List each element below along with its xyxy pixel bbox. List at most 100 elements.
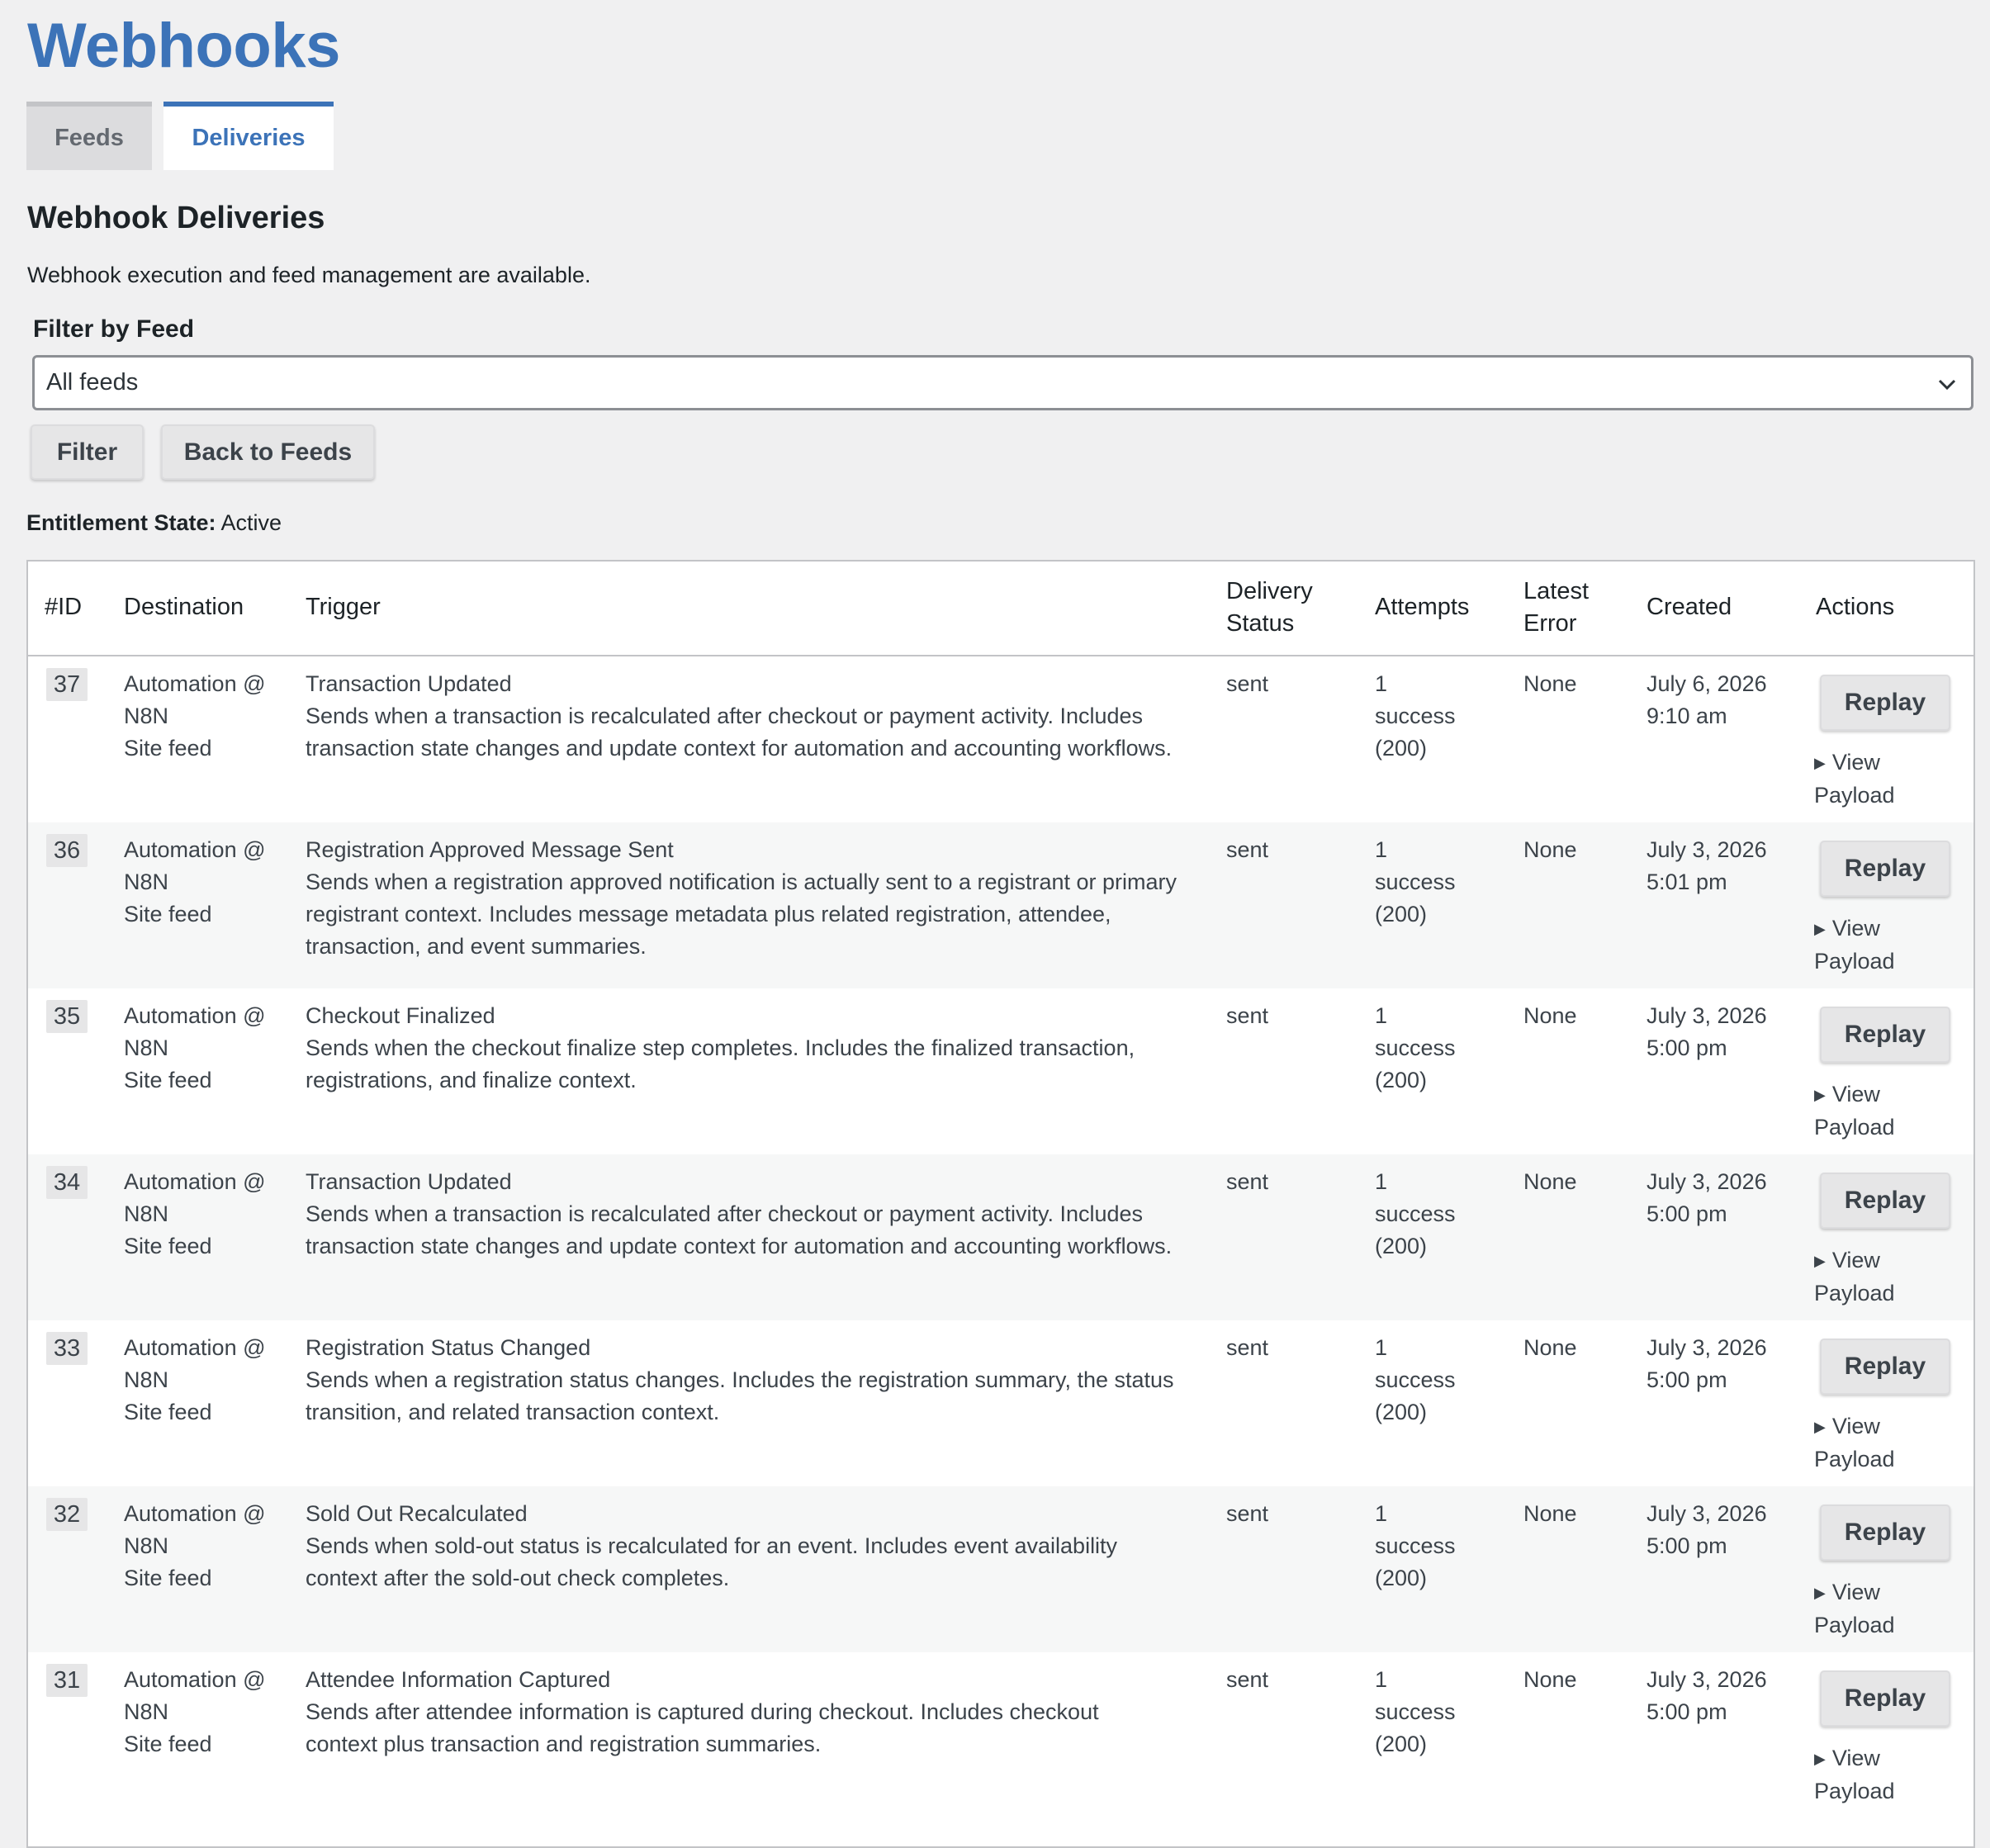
tab-feeds[interactable]: Feeds	[26, 102, 152, 170]
created-time: 9:10 am	[1646, 704, 1727, 728]
table-row: 34 Automation @ N8N Site feed Transaction Up…	[28, 1154, 1973, 1320]
destination-cell: Automation @ N8N Site feed	[124, 834, 266, 931]
destination-feed: Site feed	[124, 1068, 212, 1092]
view-payload-toggle[interactable]: ▶ View Payload	[1814, 912, 1895, 978]
destination-service: N8N	[124, 1035, 169, 1060]
trigger-description-line: Sends when sold-out status is recalculat…	[306, 1533, 1118, 1558]
created-time: 5:00 pm	[1646, 1533, 1727, 1558]
destination-feed: Site feed	[124, 1234, 212, 1258]
attempts-cell: 1 success (200)	[1375, 1166, 1456, 1263]
view-payload-label: View	[1831, 1746, 1880, 1770]
attempts-cell: 1 success (200)	[1375, 1498, 1456, 1594]
attempts-result: success	[1375, 1367, 1456, 1392]
table-body: 37 Automation @ N8N Site feed Transaction Up…	[28, 656, 1973, 1818]
trigger-title: Checkout Finalized	[306, 1003, 495, 1028]
trigger-title: Registration Approved Message Sent	[306, 837, 674, 862]
tab-deliveries[interactable]: Deliveries	[163, 102, 334, 170]
trigger-description-line: transition, and related transaction cont…	[306, 1400, 720, 1424]
destination-cell: Automation @ N8N Site feed	[124, 1332, 266, 1429]
col-latest-error: Latest Error	[1523, 576, 1589, 640]
view-payload-toggle[interactable]: ▶ View Payload	[1814, 1742, 1895, 1808]
feed-select-value: All feeds	[46, 369, 139, 396]
delivery-status: sent	[1226, 1169, 1269, 1194]
created-cell: July 3, 2026 5:00 pm	[1646, 1498, 1767, 1562]
created-cell: July 6, 2026 9:10 am	[1646, 668, 1767, 732]
view-payload-label: Payload	[1814, 1613, 1895, 1637]
col-destination: Destination	[124, 594, 244, 620]
table-row: 36 Automation @ N8N Site feed Registration A…	[28, 822, 1973, 988]
trigger-description-line: registrant context. Includes message met…	[306, 902, 1111, 926]
destination-name: Automation @	[124, 1667, 266, 1692]
trigger-title: Transaction Updated	[306, 1169, 512, 1194]
destination-name: Automation @	[124, 837, 266, 862]
trigger-title: Transaction Updated	[306, 671, 512, 696]
attempts-result: success	[1375, 870, 1456, 894]
trigger-description-line: registrations, and finalize context.	[306, 1068, 637, 1092]
trigger-description-line: Sends when a registration status changes…	[306, 1367, 1174, 1392]
view-payload-toggle[interactable]: ▶ View Payload	[1814, 1244, 1895, 1310]
created-cell: July 3, 2026 5:00 pm	[1646, 1166, 1767, 1230]
trigger-title: Attendee Information Captured	[306, 1667, 611, 1692]
section-title: Webhook Deliveries	[27, 201, 325, 235]
view-payload-toggle[interactable]: ▶ View Payload	[1814, 1410, 1895, 1476]
attempts-cell: 1 success (200)	[1375, 1332, 1456, 1429]
col-delivery-status-line2: Status	[1226, 610, 1295, 637]
feed-select[interactable]: All feeds	[32, 355, 1973, 410]
created-time: 5:00 pm	[1646, 1367, 1727, 1392]
created-time: 5:00 pm	[1646, 1699, 1727, 1724]
trigger-description-line: Sends when a transaction is recalculated…	[306, 1201, 1144, 1226]
table-row: 35 Automation @ N8N Site feed Checkout Final…	[28, 988, 1973, 1154]
replay-button[interactable]: Replay	[1820, 1504, 1950, 1561]
col-created: Created	[1646, 594, 1732, 620]
attempts-count: 1	[1375, 1335, 1388, 1360]
created-date: July 3, 2026	[1646, 1501, 1767, 1526]
back-to-feeds-button[interactable]: Back to Feeds	[161, 424, 375, 480]
trigger-description-line: transaction, and event summaries.	[306, 934, 647, 959]
view-payload-label: Payload	[1814, 1281, 1895, 1305]
trigger-description-line: context after the sold-out check complet…	[306, 1566, 730, 1590]
destination-name: Automation @	[124, 1501, 266, 1526]
col-id: #ID	[45, 594, 83, 620]
trigger-cell: Registration Approved Message Sent Sends …	[306, 834, 1206, 963]
replay-button[interactable]: Replay	[1820, 1007, 1950, 1063]
table-row: 32 Automation @ N8N Site feed Sold Out Recal…	[28, 1486, 1973, 1652]
created-date: July 3, 2026	[1646, 1335, 1767, 1360]
attempts-code: (200)	[1375, 1400, 1428, 1424]
disclosure-triangle-icon: ▶	[1814, 1087, 1826, 1103]
delivery-id: 34	[46, 1166, 88, 1199]
replay-button[interactable]: Replay	[1820, 841, 1950, 897]
view-payload-toggle[interactable]: ▶ View Payload	[1814, 1078, 1895, 1144]
view-payload-toggle[interactable]: ▶ View Payload	[1814, 746, 1895, 812]
destination-feed: Site feed	[124, 736, 212, 761]
created-time: 5:00 pm	[1646, 1201, 1727, 1226]
destination-service: N8N	[124, 870, 169, 894]
disclosure-triangle-icon: ▶	[1814, 755, 1826, 771]
created-date: July 3, 2026	[1646, 1667, 1767, 1692]
delivery-id: 37	[46, 668, 88, 701]
table-row: 37 Automation @ N8N Site feed Transaction Up…	[28, 656, 1973, 822]
col-delivery-status: Delivery Status	[1226, 576, 1313, 640]
replay-button[interactable]: Replay	[1820, 1670, 1950, 1727]
trigger-cell: Registration Status Changed Sends when a …	[306, 1332, 1206, 1429]
disclosure-triangle-icon: ▶	[1814, 1419, 1826, 1435]
created-cell: July 3, 2026 5:00 pm	[1646, 1664, 1767, 1728]
replay-button[interactable]: Replay	[1820, 1339, 1950, 1395]
attempts-result: success	[1375, 704, 1456, 728]
view-payload-label: Payload	[1814, 1447, 1895, 1471]
latest-error: None	[1523, 1335, 1577, 1360]
trigger-description-line: Sends when the checkout finalize step co…	[306, 1035, 1135, 1060]
replay-button[interactable]: Replay	[1820, 1173, 1950, 1229]
latest-error: None	[1523, 1501, 1577, 1526]
latest-error: None	[1523, 1667, 1577, 1692]
delivery-id: 32	[46, 1498, 88, 1531]
filter-button[interactable]: Filter	[31, 424, 144, 480]
col-trigger: Trigger	[306, 594, 381, 620]
trigger-cell: Sold Out Recalculated Sends when sold-out…	[306, 1498, 1206, 1594]
chevron-down-icon	[1938, 379, 1956, 391]
replay-button[interactable]: Replay	[1820, 675, 1950, 731]
view-payload-toggle[interactable]: ▶ View Payload	[1814, 1576, 1895, 1642]
webhooks-page: { "page": { "title": "Webhooks" }, "tabs…	[0, 0, 1990, 1848]
trigger-title: Registration Status Changed	[306, 1335, 591, 1360]
trigger-cell: Transaction Updated Sends when a transact…	[306, 1166, 1206, 1263]
destination-service: N8N	[124, 704, 169, 728]
